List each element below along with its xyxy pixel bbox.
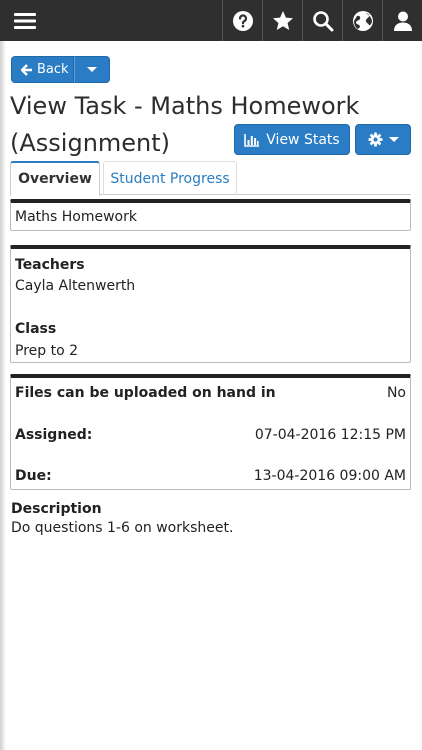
- side-shadow: [0, 41, 6, 750]
- description-label: Description: [11, 501, 102, 517]
- upload-value: No: [386, 385, 406, 401]
- arrow-left-icon: [21, 63, 32, 76]
- tab-student-progress[interactable]: Student Progress: [103, 161, 237, 195]
- assigned-label: Assigned:: [15, 427, 93, 443]
- profile-button[interactable]: [382, 0, 422, 41]
- class-value: Prep to 2: [15, 343, 79, 359]
- back-button[interactable]: Back: [11, 56, 74, 83]
- language-button[interactable]: [342, 0, 382, 41]
- task-tabs: Overview Student Progress: [10, 161, 411, 196]
- description-text: Do questions 1-6 on worksheet.: [11, 520, 234, 536]
- view-stats-label: View Stats: [266, 131, 340, 148]
- help-icon: [232, 10, 253, 31]
- back-button-group: Back: [11, 56, 110, 83]
- task-name-panel: Maths Homework: [10, 199, 411, 231]
- search-button[interactable]: [302, 0, 342, 41]
- upload-label: Files can be uploaded on hand in: [15, 385, 276, 401]
- view-stats-button[interactable]: View Stats: [234, 124, 350, 155]
- chevron-down-icon: [87, 67, 97, 72]
- teachers-value: Cayla Altenwerth: [15, 278, 136, 294]
- search-icon: [312, 10, 333, 31]
- globe-icon: [352, 10, 373, 31]
- tab-overview[interactable]: Overview: [10, 161, 100, 196]
- due-label: Due:: [15, 468, 52, 484]
- class-label: Class: [15, 321, 57, 337]
- help-button[interactable]: [222, 0, 262, 41]
- top-nav-bar: [0, 0, 422, 41]
- favourites-button[interactable]: [262, 0, 302, 41]
- chevron-down-icon: [388, 137, 399, 142]
- back-button-label: Back: [37, 62, 69, 77]
- hamburger-icon: [14, 12, 36, 29]
- gear-icon: [367, 132, 383, 147]
- bar-chart-icon: [244, 133, 260, 147]
- back-dropdown-toggle[interactable]: [74, 56, 110, 83]
- user-icon: [393, 11, 412, 31]
- task-people-panel: Teachers Cayla Altenwerth Class Prep to …: [10, 245, 411, 363]
- teachers-label: Teachers: [15, 257, 85, 273]
- due-value: 13-04-2016 09:00 AM: [253, 468, 406, 484]
- page-title: View Task - Maths Homework (Assignment): [10, 92, 360, 157]
- menu-button[interactable]: [0, 0, 50, 41]
- settings-dropdown-button[interactable]: [355, 124, 411, 155]
- task-details-panel: Files can be uploaded on hand in No Assi…: [10, 374, 411, 490]
- assigned-value: 07-04-2016 12:15 PM: [254, 427, 406, 443]
- task-name: Maths Homework: [15, 209, 137, 225]
- star-icon: [272, 10, 293, 30]
